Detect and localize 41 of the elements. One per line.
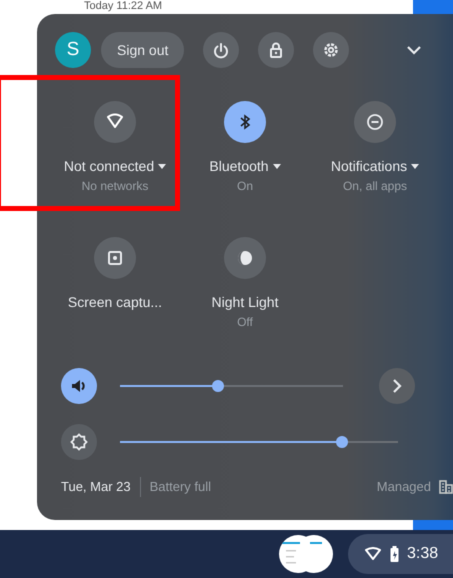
wifi-icon	[106, 113, 124, 131]
do-not-disturb-icon	[366, 113, 384, 131]
tile-status: On, all apps	[342, 178, 408, 194]
slider-thumb[interactable]	[336, 436, 348, 448]
tile-label[interactable]: Notifications	[330, 157, 408, 175]
settings-button[interactable]	[313, 32, 350, 68]
battery-status: Battery full	[148, 478, 212, 496]
chevron-down-icon	[406, 45, 422, 55]
slider-thumb[interactable]	[212, 380, 224, 392]
tile-label[interactable]: Screen captu...	[68, 293, 162, 311]
toggle-button[interactable]	[224, 101, 266, 143]
power-icon	[212, 41, 230, 59]
battery-icon	[390, 546, 399, 562]
toggle-button[interactable]	[224, 237, 266, 279]
status-tray[interactable]: 3:38	[348, 534, 453, 574]
toggle-button[interactable]	[94, 101, 136, 143]
sign-out-button[interactable]: Sign out	[101, 32, 184, 68]
brightness-icon	[70, 433, 88, 451]
volume-button[interactable]	[61, 368, 97, 404]
notification-time: Today 11:22 AM	[84, 0, 162, 13]
toggle-button[interactable]	[94, 237, 136, 279]
lock-button[interactable]	[258, 32, 294, 68]
audio-settings-button[interactable]	[379, 368, 415, 404]
date-text[interactable]: Tue, Mar 23	[61, 477, 141, 497]
tile-status: Off	[237, 314, 253, 330]
screen-capture-icon	[106, 249, 124, 267]
tile-label[interactable]: Not connected	[64, 157, 154, 175]
toggle-button[interactable]	[354, 101, 396, 143]
tile-status: On	[236, 178, 253, 194]
collapse-button[interactable]	[406, 45, 422, 55]
settings-icon	[322, 41, 340, 59]
power-button[interactable]	[203, 32, 240, 68]
tile-label[interactable]: Night Light	[212, 293, 278, 311]
tile-status: No networks	[82, 178, 148, 194]
tile-label[interactable]: Bluetooth	[209, 157, 269, 175]
half-moon-icon	[236, 249, 254, 267]
building-icon	[439, 480, 453, 494]
chevron-right-icon	[392, 379, 402, 393]
clock-time: 3:38	[407, 544, 438, 564]
brightness-button[interactable]	[61, 424, 97, 460]
wifi-icon	[364, 547, 382, 561]
